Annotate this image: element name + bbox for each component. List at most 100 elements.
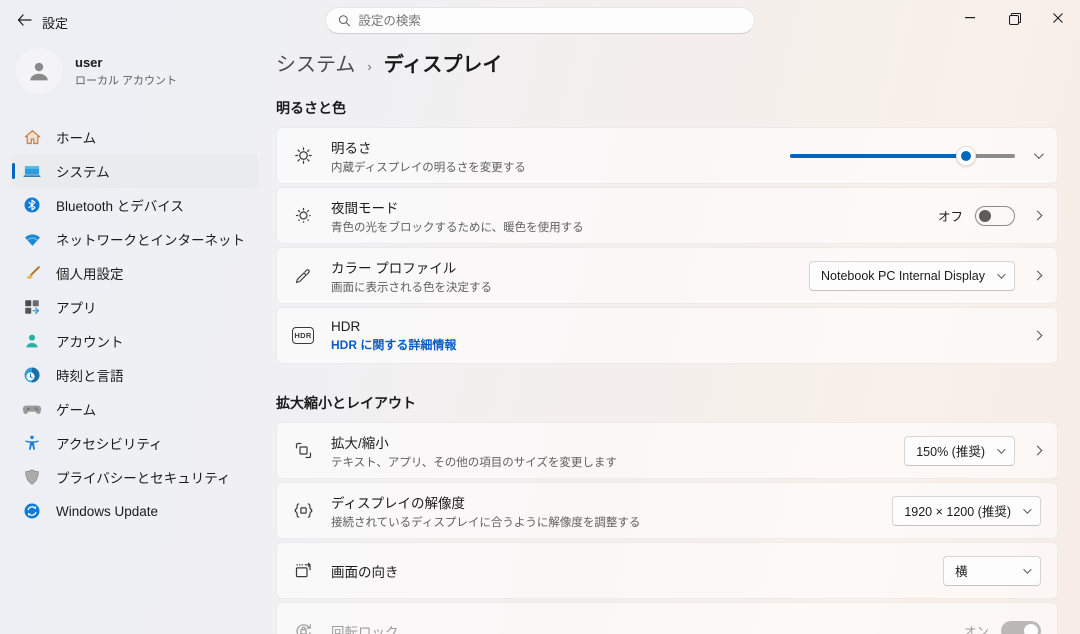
- back-button[interactable]: [10, 8, 38, 32]
- page-title: ディスプレイ: [384, 48, 503, 77]
- sidebar-item-time-language[interactable]: 時刻と言語: [12, 358, 258, 392]
- section-brightness-color: 明るさと色: [276, 98, 1058, 118]
- night-mode-icon: [292, 205, 314, 227]
- orientation-dropdown[interactable]: 横: [943, 556, 1041, 586]
- scale-dropdown[interactable]: 150% (推奨): [904, 436, 1015, 466]
- user-name: user: [75, 55, 177, 70]
- row-night-mode[interactable]: 夜間モード 青色の光をブロックするために、暖色を使用する オフ: [276, 187, 1058, 244]
- brightness-title: 明るさ: [331, 137, 526, 157]
- section-scale-layout: 拡大縮小とレイアウト: [276, 393, 1058, 413]
- brightness-slider-fill: [790, 154, 966, 158]
- row-hdr[interactable]: HDR HDR HDR に関する詳細情報: [276, 307, 1058, 364]
- time-language-icon: [22, 365, 42, 385]
- personalization-icon: [22, 263, 42, 283]
- night-mode-toggle[interactable]: [975, 206, 1015, 226]
- settings-search[interactable]: [325, 7, 755, 34]
- restore-icon: [1009, 13, 1019, 23]
- gaming-icon: [22, 399, 42, 419]
- orientation-title: 画面の向き: [331, 561, 399, 581]
- sidebar-nav: ホーム システム Bluetooth とデバイス ネットワークとインターネット …: [0, 120, 270, 528]
- app-title: 設定: [42, 13, 68, 32]
- search-icon: [338, 14, 350, 27]
- night-mode-state-label: オフ: [938, 206, 963, 225]
- breadcrumb: システム › ディスプレイ: [276, 48, 1058, 77]
- user-account-block[interactable]: user ローカル アカウント: [16, 48, 177, 94]
- brightness-slider[interactable]: [790, 146, 1015, 166]
- restore-button[interactable]: [992, 0, 1036, 36]
- row-orientation[interactable]: 画面の向き 横: [276, 542, 1058, 599]
- sidebar-item-network-internet[interactable]: ネットワークとインターネット: [12, 222, 258, 256]
- rotation-lock-title: 回転ロック: [331, 621, 399, 634]
- system-icon: [22, 161, 42, 181]
- scale-value: 150% (推奨): [916, 441, 985, 460]
- scale-icon: [292, 440, 314, 462]
- sidebar-item-windows-update[interactable]: Windows Update: [12, 494, 258, 528]
- breadcrumb-system[interactable]: システム: [276, 48, 355, 77]
- sidebar-item-gaming[interactable]: ゲーム: [12, 392, 258, 426]
- windows-update-icon: [22, 501, 42, 521]
- brightness-slider-thumb[interactable]: [956, 146, 976, 166]
- row-scale[interactable]: 拡大/縮小 テキスト、アプリ、その他の項目のサイズを変更します 150% (推奨…: [276, 422, 1058, 479]
- sidebar-item-system[interactable]: システム: [12, 154, 258, 188]
- toggle-knob: [1024, 624, 1038, 634]
- accounts-icon: [22, 331, 42, 351]
- user-icon: [25, 57, 53, 85]
- scale-open-button[interactable]: [1034, 447, 1041, 454]
- orientation-icon: [292, 560, 314, 582]
- hdr-title: HDR: [331, 319, 456, 334]
- chevron-down-icon: [1023, 565, 1031, 573]
- night-mode-open-button[interactable]: [1034, 212, 1041, 219]
- back-arrow-icon: [17, 14, 32, 26]
- color-profile-icon: [292, 265, 314, 287]
- chevron-right-icon: [1033, 446, 1043, 456]
- sidebar-item-privacy-security[interactable]: プライバシーとセキュリティ: [12, 460, 258, 494]
- minimize-icon: [965, 17, 975, 19]
- sidebar-item-accessibility[interactable]: アクセシビリティ: [12, 426, 258, 460]
- chevron-down-icon: [997, 445, 1005, 453]
- night-mode-subtitle: 青色の光をブロックするために、暖色を使用する: [331, 219, 584, 235]
- brightness-icon: [292, 145, 314, 167]
- privacy-icon: [22, 467, 42, 487]
- minimize-button[interactable]: [948, 0, 992, 36]
- row-brightness: 明るさ 内蔵ディスプレイの明るさを変更する: [276, 127, 1058, 184]
- color-profile-open-button[interactable]: [1034, 272, 1041, 279]
- chevron-right-icon: [1033, 331, 1043, 341]
- chevron-right-icon: [1033, 211, 1043, 221]
- scale-title: 拡大/縮小: [331, 432, 617, 452]
- sidebar: user ローカル アカウント ホーム システム Bluetooth とデバイス…: [0, 40, 270, 634]
- bluetooth-icon: [22, 195, 42, 215]
- sidebar-item-personalization[interactable]: 個人用設定: [12, 256, 258, 290]
- network-icon: [22, 229, 42, 249]
- sidebar-item-accounts[interactable]: アカウント: [12, 324, 258, 358]
- color-profile-title: カラー プロファイル: [331, 257, 492, 277]
- rotation-lock-state-label: オン: [964, 621, 989, 634]
- breadcrumb-separator: ›: [367, 59, 371, 74]
- sidebar-item-bluetooth-devices[interactable]: Bluetooth とデバイス: [12, 188, 258, 222]
- toggle-knob: [979, 210, 991, 222]
- apps-icon: [22, 297, 42, 317]
- brightness-subtitle: 内蔵ディスプレイの明るさを変更する: [331, 159, 526, 175]
- rotation-lock-icon: [292, 620, 314, 634]
- close-button[interactable]: [1036, 0, 1080, 36]
- color-profile-dropdown[interactable]: Notebook PC Internal Display: [809, 261, 1015, 291]
- close-icon: [1053, 13, 1063, 23]
- resolution-subtitle: 接続されているディスプレイに合うように解像度を調整する: [331, 514, 640, 530]
- sidebar-item-home[interactable]: ホーム: [12, 120, 258, 154]
- resolution-icon: [292, 500, 314, 522]
- avatar: [16, 48, 62, 94]
- chevron-right-icon: [1033, 271, 1043, 281]
- row-color-profile[interactable]: カラー プロファイル 画面に表示される色を決定する Notebook PC In…: [276, 247, 1058, 304]
- row-resolution[interactable]: ディスプレイの解像度 接続されているディスプレイに合うように解像度を調整する 1…: [276, 482, 1058, 539]
- chevron-down-icon: [1034, 149, 1044, 159]
- resolution-dropdown[interactable]: 1920 × 1200 (推奨): [892, 496, 1041, 526]
- home-icon: [22, 127, 42, 147]
- hdr-info-link[interactable]: HDR に関する詳細情報: [331, 336, 456, 353]
- user-account-type: ローカル アカウント: [75, 72, 177, 88]
- brightness-expand-button[interactable]: [1034, 152, 1041, 159]
- scale-subtitle: テキスト、アプリ、その他の項目のサイズを変更します: [331, 454, 617, 470]
- hdr-open-button[interactable]: [1034, 332, 1041, 339]
- resolution-title: ディスプレイの解像度: [331, 492, 640, 512]
- search-input[interactable]: [358, 14, 742, 28]
- sidebar-item-apps[interactable]: アプリ: [12, 290, 258, 324]
- chevron-down-icon: [997, 270, 1005, 278]
